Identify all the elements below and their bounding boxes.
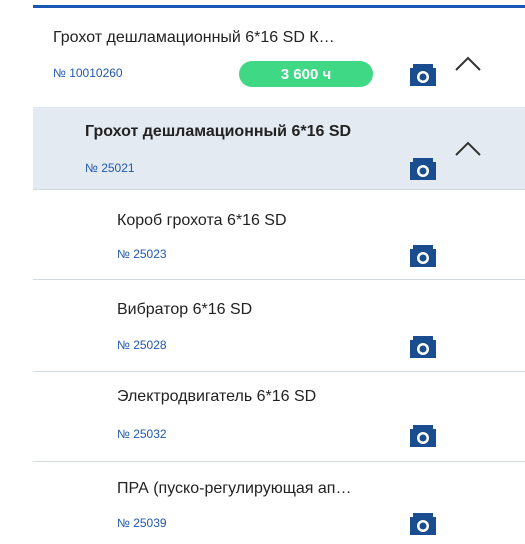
chevron-up-icon[interactable] (454, 54, 482, 72)
equipment-tree: Грохот дешламационный 6*16 SD К… № 10010… (0, 0, 525, 544)
chevron-up-icon[interactable] (454, 139, 482, 157)
camera-icon[interactable] (410, 158, 436, 180)
item-number: № 10010260 (53, 66, 123, 80)
tree-item[interactable]: Короб грохота 6*16 SD № 25023 (33, 190, 525, 280)
item-number: № 25023 (117, 247, 167, 261)
camera-icon[interactable] (410, 425, 436, 447)
camera-icon[interactable] (410, 245, 436, 267)
tree-item[interactable]: ПРА (пуско-регулирующая ап… № 25039 (33, 462, 525, 544)
item-title: Грохот дешламационный 6*16 SD (85, 123, 352, 140)
item-title: Короб грохота 6*16 SD (117, 212, 287, 229)
item-title: Вибратор 6*16 SD (117, 301, 253, 318)
tree-item[interactable]: Вибратор 6*16 SD № 25028 (33, 280, 525, 372)
item-number: № 25021 (85, 161, 135, 175)
camera-icon[interactable] (410, 64, 436, 86)
item-title: Электродвигатель 6*16 SD (117, 388, 317, 405)
camera-icon[interactable] (410, 513, 436, 535)
item-number: № 25039 (117, 516, 167, 530)
hours-badge: 3 600 ч (239, 61, 373, 87)
tree-item[interactable]: Электродвигатель 6*16 SD № 25032 (33, 372, 525, 462)
tree-item-root[interactable]: Грохот дешламационный 6*16 SD К… № 10010… (33, 8, 525, 107)
item-title: ПРА (пуско-регулирующая ап… (117, 480, 352, 497)
tree-item-selected[interactable]: Грохот дешламационный 6*16 SD № 25021 (33, 107, 525, 190)
item-title: Грохот дешламационный 6*16 SD К… (53, 29, 335, 46)
camera-icon[interactable] (410, 336, 436, 358)
item-number: № 25028 (117, 338, 167, 352)
item-number: № 25032 (117, 427, 167, 441)
